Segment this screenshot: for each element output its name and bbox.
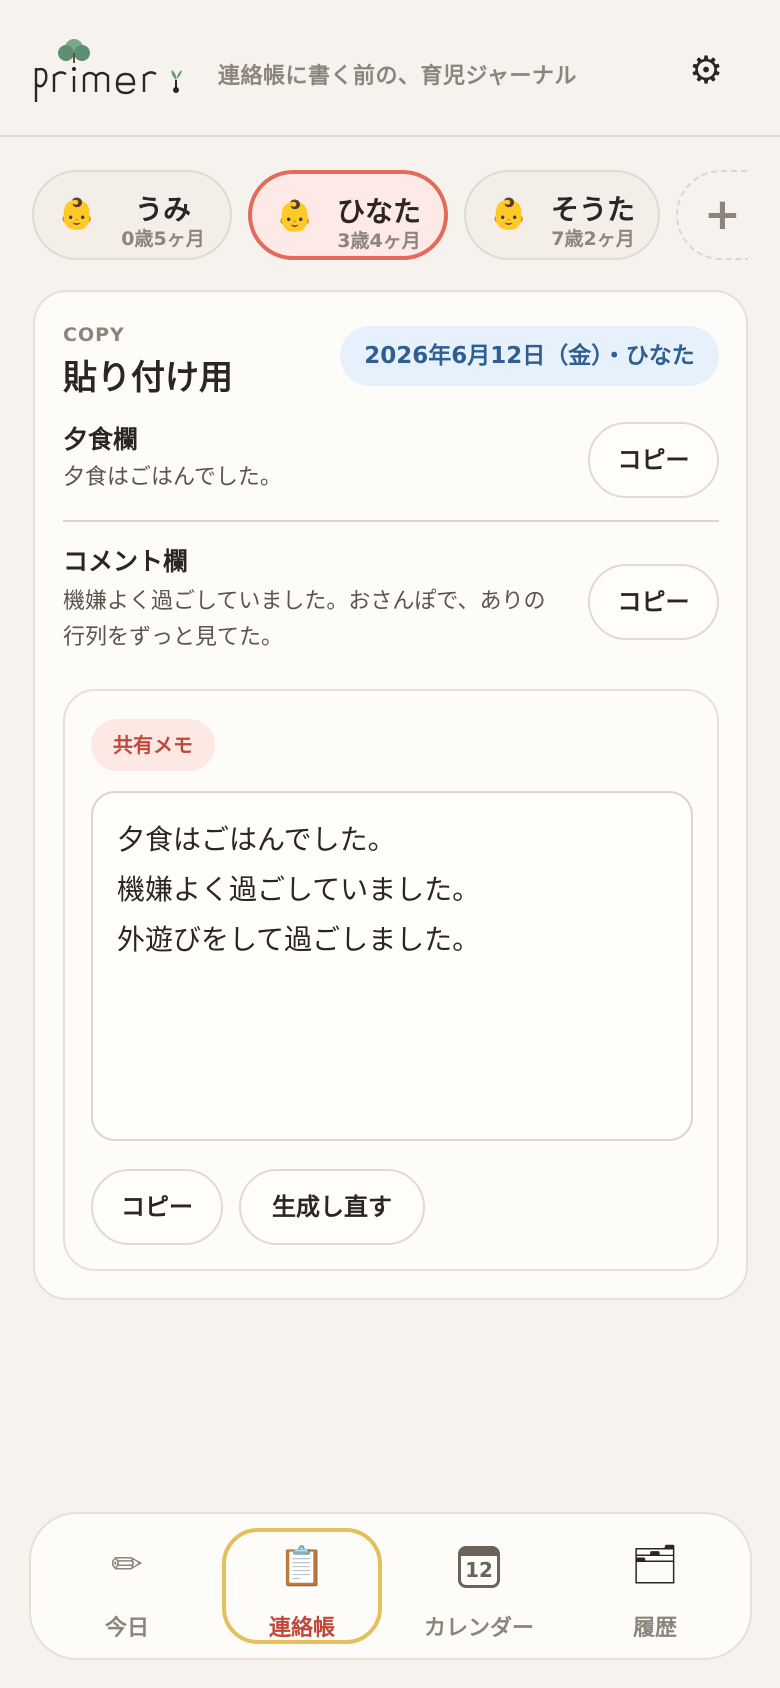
date-badge: 2026年6月12日（金）・ひなた: [340, 326, 719, 386]
primer-logo: [34, 39, 182, 102]
nav-calendar[interactable]: 12 カレンダー: [399, 1514, 559, 1662]
divider: [63, 520, 719, 522]
nav-renrakucho[interactable]: 📋 連絡帳: [222, 1528, 382, 1644]
child-chip-souta[interactable]: 👶 そうた 7歳2ヶ月: [464, 170, 660, 260]
app-header: 連絡帳に書く前の、育児ジャーナル ⚙: [0, 0, 780, 137]
regenerate-button[interactable]: 生成し直す: [239, 1169, 425, 1245]
card-title: 貼り付け用: [63, 358, 233, 398]
memo-line: 外遊びをして過ごしました。: [117, 923, 481, 956]
calendar-icon: 12: [399, 1542, 559, 1588]
child-age: 3歳4ヶ月: [337, 230, 421, 252]
memo-line: 機嫌よく過ごしていました。: [117, 873, 481, 906]
nav-history[interactable]: 🗂 履歴: [575, 1514, 735, 1662]
child-avatar-icon: 👶: [276, 199, 314, 234]
gear-icon[interactable]: ⚙: [686, 50, 726, 90]
nav-today[interactable]: ✏ 今日: [47, 1514, 207, 1662]
child-avatar-icon: 👶: [58, 197, 96, 232]
comment-field-body: 機嫌よく過ごしていました。おさんぽで、ありの行列をずっと見てた。: [63, 589, 546, 650]
child-avatar-icon: 👶: [490, 197, 528, 232]
shared-memo-textarea[interactable]: 夕食はごはんでした。 機嫌よく過ごしていました。 外遊びをして過ごしました。: [91, 791, 693, 1141]
nav-label: 連絡帳: [268, 1616, 335, 1641]
child-age: 0歳5ヶ月: [121, 228, 205, 250]
child-name: そうた: [550, 193, 635, 226]
copy-dinner-button[interactable]: コピー: [588, 422, 719, 498]
child-chip-hinata[interactable]: 👶 ひなた 3歳4ヶ月: [248, 170, 448, 260]
child-tabs: 👶 うみ 0歳5ヶ月 👶 ひなた 3歳4ヶ月 👶 そうた 7歳2ヶ月 +: [0, 168, 748, 264]
calendar-date: 12: [458, 1546, 500, 1588]
memo-line: 夕食はごはんでした。: [117, 823, 396, 856]
card-eyebrow: COPY: [63, 324, 125, 346]
dinner-field-body: 夕食はごはんでした。: [63, 465, 282, 490]
clipboard-icon: 📋: [278, 1544, 326, 1588]
plus-icon: +: [704, 189, 741, 240]
copy-card: COPY 貼り付け用 2026年6月12日（金）・ひなた 夕食欄 夕食はごはんで…: [33, 290, 748, 1300]
copy-memo-button[interactable]: コピー: [91, 1169, 223, 1245]
child-chip-umi[interactable]: 👶 うみ 0歳5ヶ月: [32, 170, 232, 260]
bottom-nav: ✏ 今日 📋 連絡帳 12 カレンダー 🗂 履歴: [29, 1512, 752, 1660]
nav-label: 履歴: [632, 1616, 677, 1641]
nav-label: 今日: [104, 1616, 149, 1641]
copy-comment-button[interactable]: コピー: [588, 564, 719, 640]
archive-box-icon: 🗂: [630, 1542, 680, 1586]
comment-field-title: コメント欄: [63, 547, 189, 576]
nav-label: カレンダー: [423, 1616, 534, 1641]
shared-memo-badge: 共有メモ: [91, 719, 215, 771]
add-child-button[interactable]: +: [676, 170, 748, 260]
dinner-field-title: 夕食欄: [63, 425, 139, 454]
child-name: ひなた: [336, 195, 421, 228]
app-tagline: 連絡帳に書く前の、育児ジャーナル: [218, 64, 577, 89]
child-age: 7歳2ヶ月: [551, 228, 635, 250]
pencil-icon: ✏: [111, 1542, 143, 1586]
child-name: うみ: [134, 193, 191, 226]
shared-memo-panel: 共有メモ 夕食はごはんでした。 機嫌よく過ごしていました。 外遊びをして過ごしま…: [63, 689, 719, 1271]
